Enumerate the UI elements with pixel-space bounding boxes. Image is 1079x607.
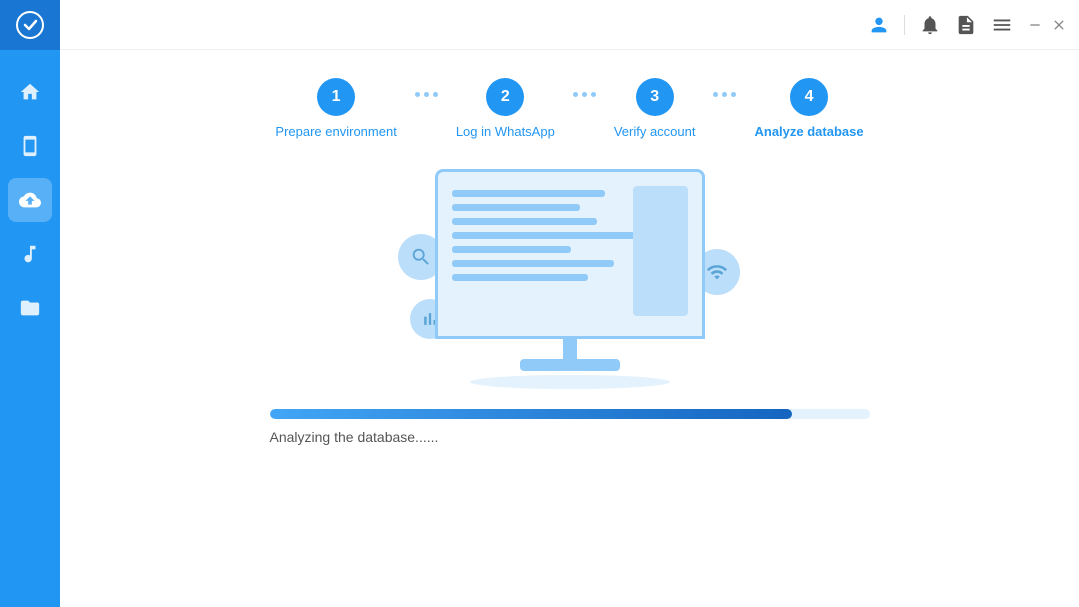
logo-icon — [16, 11, 44, 39]
profile-button[interactable] — [868, 14, 890, 36]
progress-label: Analyzing the database...... — [270, 429, 870, 445]
monitor-screen — [435, 169, 705, 339]
screen-line-4 — [452, 232, 640, 239]
document-button[interactable] — [955, 14, 977, 36]
sidebar-item-backup[interactable] — [8, 178, 52, 222]
monitor-neck — [563, 339, 577, 359]
step-4-label: Analyze database — [754, 124, 863, 139]
steps-bar: 1 Prepare environment 2 Log in WhatsApp … — [60, 50, 1079, 159]
screen-lines — [452, 186, 623, 316]
minimize-button[interactable] — [1027, 17, 1043, 33]
step-3: 3 Verify account — [614, 78, 696, 139]
divider — [904, 15, 905, 35]
home-icon — [19, 81, 41, 103]
sidebar-nav — [8, 70, 52, 607]
bell-icon — [919, 14, 941, 36]
step-1-label: Prepare environment — [275, 124, 396, 139]
monitor — [435, 169, 705, 389]
device-icon — [19, 135, 41, 157]
sidebar-item-folder[interactable] — [8, 286, 52, 330]
step-2-circle: 2 — [486, 78, 524, 116]
step-3-number: 3 — [650, 88, 659, 106]
step-3-label: Verify account — [614, 124, 696, 139]
step-4-circle: 4 — [790, 78, 828, 116]
step-2-label: Log in WhatsApp — [456, 124, 555, 139]
menu-icon — [991, 14, 1013, 36]
close-button[interactable] — [1051, 17, 1067, 33]
profile-icon — [868, 14, 890, 36]
backup-icon — [19, 189, 41, 211]
bell-button[interactable] — [919, 14, 941, 36]
screen-line-3 — [452, 218, 597, 225]
sidebar-item-home[interactable] — [8, 70, 52, 114]
progress-area: Analyzing the database...... — [270, 409, 870, 445]
dots-3-4 — [713, 92, 736, 97]
app-logo — [0, 0, 60, 50]
dots-1-2 — [415, 92, 438, 97]
folder-icon — [19, 297, 41, 319]
search-icon — [410, 246, 432, 268]
sidebar — [0, 0, 60, 607]
content-area: Analyzing the database...... — [60, 159, 1079, 607]
screen-line-2 — [452, 204, 580, 211]
network-icon — [706, 261, 728, 283]
monitor-shadow — [470, 375, 670, 389]
titlebar-actions — [868, 14, 1067, 36]
window-controls — [1027, 17, 1067, 33]
menu-button[interactable] — [991, 14, 1013, 36]
main-content: 1 Prepare environment 2 Log in WhatsApp … — [60, 0, 1079, 607]
step-2-number: 2 — [501, 88, 510, 106]
screen-line-6 — [452, 260, 614, 267]
dots-2-3 — [573, 92, 596, 97]
progress-bar-bg — [270, 409, 870, 419]
step-3-circle: 3 — [636, 78, 674, 116]
monitor-base — [520, 359, 620, 371]
step-4-number: 4 — [805, 88, 814, 106]
titlebar — [60, 0, 1079, 50]
step-4: 4 Analyze database — [754, 78, 863, 139]
screen-line-5 — [452, 246, 572, 253]
progress-bar-fill — [270, 409, 792, 419]
screen-panel — [633, 186, 688, 316]
step-2: 2 Log in WhatsApp — [456, 78, 555, 139]
document-icon — [955, 14, 977, 36]
illustration — [350, 169, 790, 389]
step-1-number: 1 — [332, 88, 341, 106]
step-1-circle: 1 — [317, 78, 355, 116]
step-1: 1 Prepare environment — [275, 78, 396, 139]
screen-line-1 — [452, 190, 606, 197]
sidebar-item-music[interactable] — [8, 232, 52, 276]
screen-line-7 — [452, 274, 589, 281]
music-icon — [19, 243, 41, 265]
sidebar-item-device[interactable] — [8, 124, 52, 168]
